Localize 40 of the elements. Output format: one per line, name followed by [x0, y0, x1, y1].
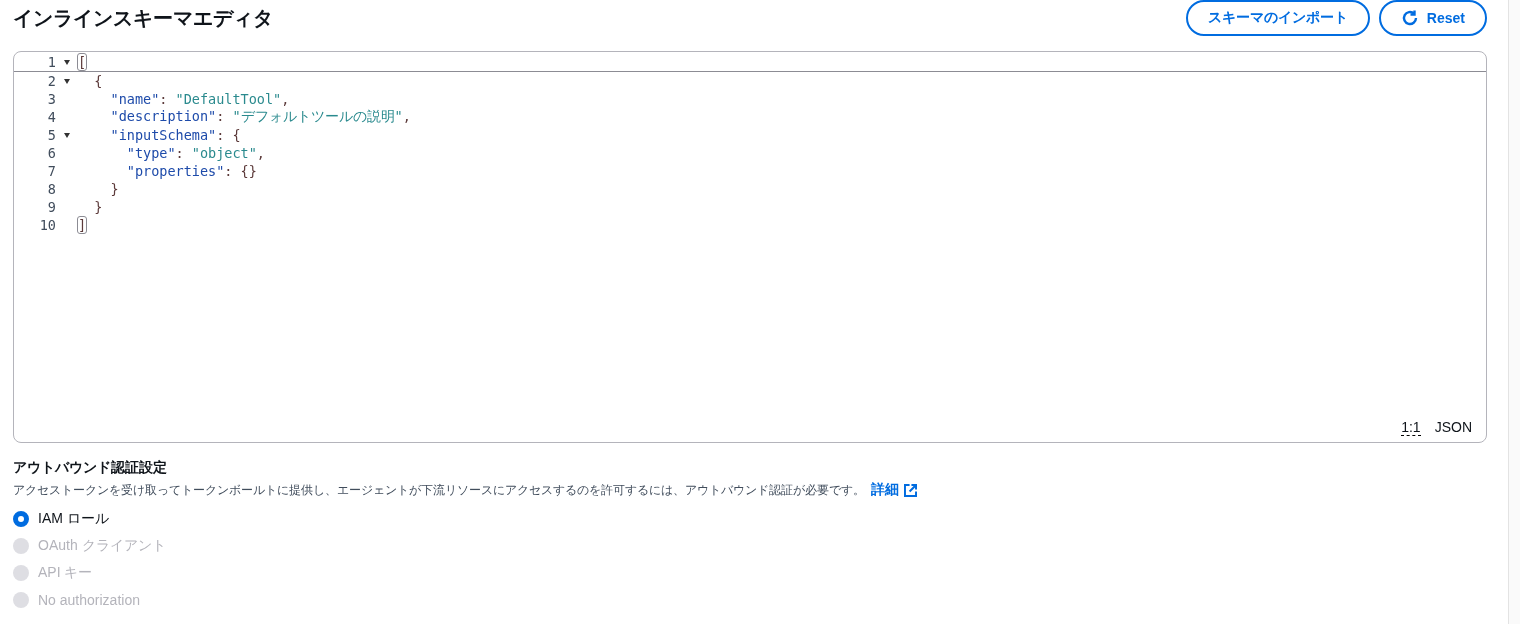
code-editor[interactable]: 1 [ 2 { 3 "name": "DefaultTool", 4 "description": "デフォルトツールの説明", 5 "inputSchema": { 6 "type": "object", 7 "properties": {} 8 } 9 } 10 ] 1:1 JSON — [13, 51, 1487, 443]
line-number: 2 — [46, 73, 56, 89]
radio-label: OAuth クライアント — [38, 536, 166, 555]
code-line: "type": "object", — [125, 145, 265, 161]
line-number: 4 — [46, 109, 56, 125]
line-number: 10 — [38, 217, 56, 233]
line-number: 7 — [46, 163, 56, 179]
code-line: "name": "DefaultTool", — [109, 91, 290, 107]
code-line: "inputSchema": { — [109, 127, 241, 143]
line-number: 9 — [46, 199, 56, 215]
import-button[interactable]: スキーマのインポート — [1185, 0, 1370, 36]
external-link-icon — [904, 483, 917, 497]
language-label: JSON — [1434, 419, 1472, 436]
radio-label: API キー — [38, 563, 93, 582]
details-link[interactable]: 詳細 — [871, 481, 917, 499]
line-number: 6 — [46, 145, 56, 161]
section-description: アクセストークンを受け取ってトークンボールトに提供し、エージェントが下流リソースにアクセスするのを許可するには、アウトバウンド認証が必要です。 — [13, 481, 865, 499]
code-line: "description": "デフォルトツールの説明", — [109, 108, 411, 126]
code-line: [ — [78, 54, 87, 70]
fold-arrow-icon[interactable] — [64, 78, 70, 84]
fold-arrow-icon[interactable] — [64, 59, 70, 65]
scrollbar[interactable] — [1508, 0, 1520, 624]
code-line: ] — [78, 217, 87, 233]
code-line: } — [109, 181, 119, 197]
fold-arrow-icon[interactable] — [64, 132, 70, 138]
line-number: 1 — [46, 54, 56, 70]
code-line: { — [93, 73, 103, 89]
section-title: アウトバウンド認証設定 — [13, 459, 168, 477]
reset-button[interactable]: Reset — [1378, 0, 1487, 36]
radio-button[interactable] — [13, 510, 29, 527]
cursor-position[interactable]: 1:1 — [1401, 419, 1421, 436]
line-number: 5 — [46, 127, 56, 143]
radio-label: No authorization — [38, 591, 140, 608]
code-line: "properties": {} — [125, 163, 257, 179]
code-line: } — [93, 199, 103, 215]
radio-label: IAM ロール — [38, 509, 109, 528]
line-number: 3 — [46, 91, 56, 107]
refresh-icon — [1400, 9, 1419, 27]
line-number: 8 — [46, 181, 56, 197]
page-title: インラインスキーマエディタ — [13, 5, 273, 31]
